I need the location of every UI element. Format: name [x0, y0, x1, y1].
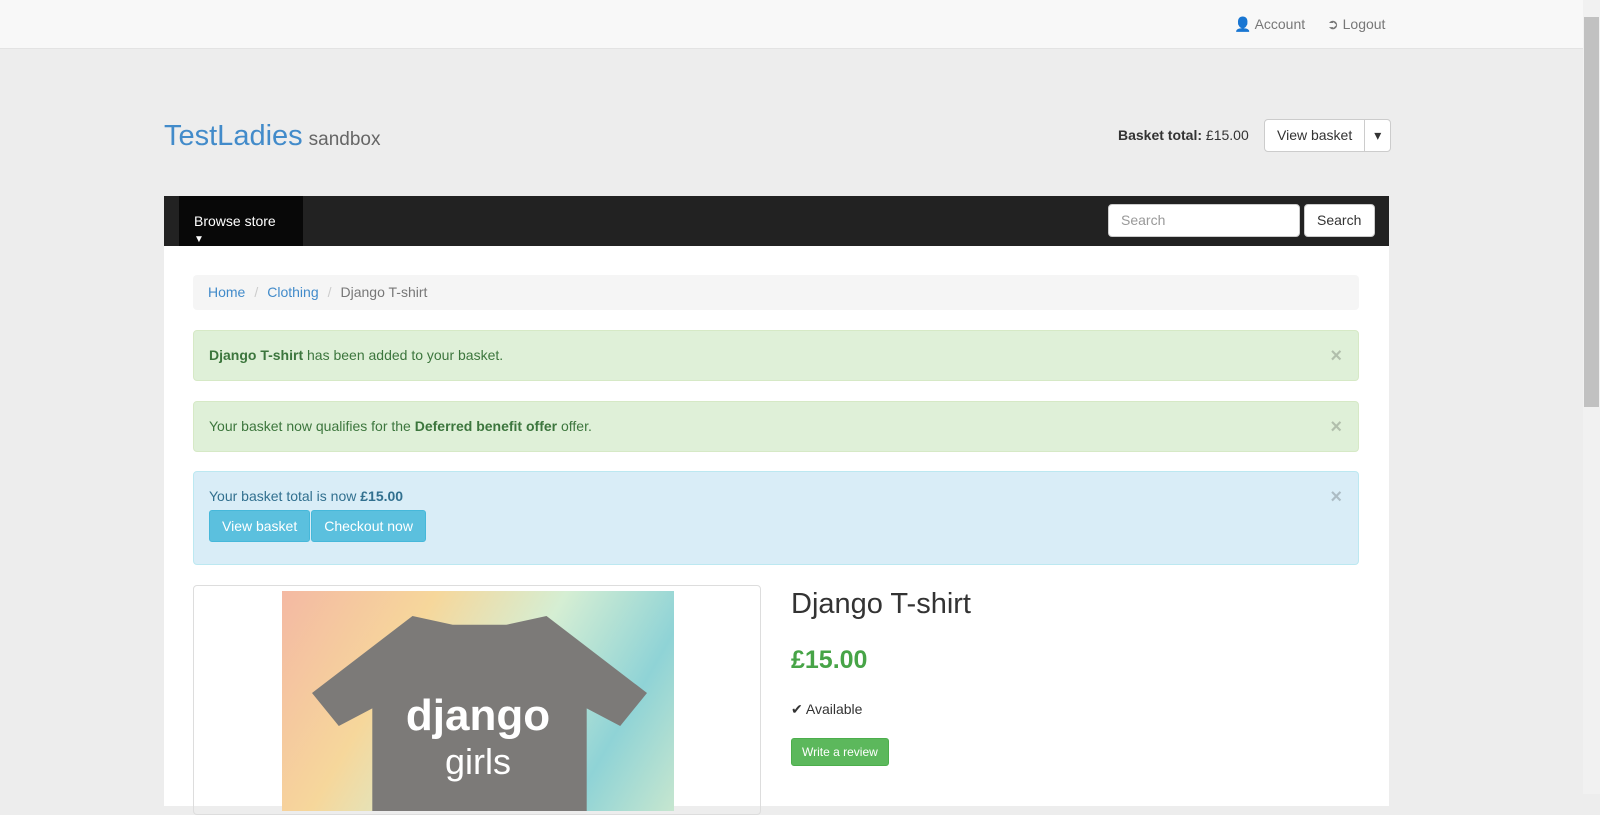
browse-store-menu[interactable]: Browse store ▼	[179, 196, 303, 246]
account-label: Account	[1254, 16, 1306, 32]
scrollbar-thumb[interactable]	[1584, 17, 1599, 407]
close-icon[interactable]: ×	[1330, 345, 1342, 368]
close-icon[interactable]: ×	[1330, 416, 1342, 439]
close-icon[interactable]: ×	[1330, 486, 1342, 509]
product-title: Django T-shirt	[791, 588, 971, 620]
breadcrumb-current: Django T-shirt	[340, 284, 428, 300]
alert-total: £15.00	[360, 488, 404, 504]
logout-icon: ➲	[1327, 16, 1339, 32]
product-image-frame: django girls	[193, 585, 761, 815]
view-basket-button[interactable]: View basket	[209, 510, 311, 542]
basket-dropdown-toggle[interactable]: ▾	[1364, 120, 1390, 151]
search-button[interactable]: Search	[1304, 204, 1375, 237]
top-bar: 👤 Account ➲ Logout	[0, 0, 1583, 49]
alert-text: offer.	[557, 418, 592, 434]
user-icon: 👤	[1234, 16, 1252, 32]
breadcrumb-home[interactable]: Home	[208, 284, 245, 300]
account-link[interactable]: 👤 Account	[1234, 16, 1305, 33]
alert-basket-total: Your basket total is now £15.00 × View bas…	[193, 471, 1359, 565]
main-content: Home / Clothing / Django T-shirt Django T-sh…	[164, 246, 1389, 815]
availability-label: Available	[805, 701, 863, 717]
logout-label: Logout	[1342, 16, 1386, 32]
image-text: girls	[444, 741, 511, 782]
check-icon: ✔	[791, 701, 803, 717]
view-basket-group: View basket ▾	[1264, 119, 1392, 152]
basket-total-label: Basket total:	[1118, 127, 1203, 143]
basket-total: Basket total: £15.00	[1118, 127, 1249, 143]
write-review-button[interactable]: Write a review	[791, 738, 889, 766]
logout-link[interactable]: ➲ Logout	[1327, 16, 1385, 33]
alert-offer: Your basket now qualifies for the Deferr…	[193, 401, 1359, 452]
search-input[interactable]: Search	[1108, 204, 1300, 237]
brand-name: TestLadies	[164, 120, 303, 152]
breadcrumb: Home / Clothing / Django T-shirt	[193, 275, 1359, 310]
scrollbar[interactable]	[1583, 0, 1600, 794]
image-text: django	[405, 691, 551, 740]
alert-text: Your basket total is now	[209, 488, 361, 504]
availability: ✔ Available	[791, 701, 862, 718]
product-price: £15.00	[791, 646, 868, 674]
brand-sub: sandbox	[308, 129, 381, 150]
alert-added: Django T-shirt has been added to your ba…	[193, 330, 1359, 381]
alert-offer-name: Deferred benefit offer	[414, 418, 558, 434]
checkout-now-button[interactable]: Checkout now	[311, 510, 426, 542]
alert-product: Django T-shirt	[209, 347, 304, 363]
alert-text: Your basket now qualifies for the	[209, 418, 415, 434]
view-basket-button[interactable]: View basket	[1265, 120, 1364, 151]
breadcrumb-clothing[interactable]: Clothing	[267, 284, 318, 300]
navbar: Browse store ▼ Search Search	[164, 196, 1389, 246]
basket-total-value: £15.00	[1205, 127, 1249, 143]
product-image[interactable]: django girls	[282, 591, 674, 811]
brand-logo[interactable]: TestLadies sandbox	[164, 120, 381, 153]
browse-label: Browse store	[194, 213, 276, 229]
caret-down-icon: ▼	[194, 234, 204, 245]
alert-text: has been added to your basket.	[303, 347, 504, 363]
